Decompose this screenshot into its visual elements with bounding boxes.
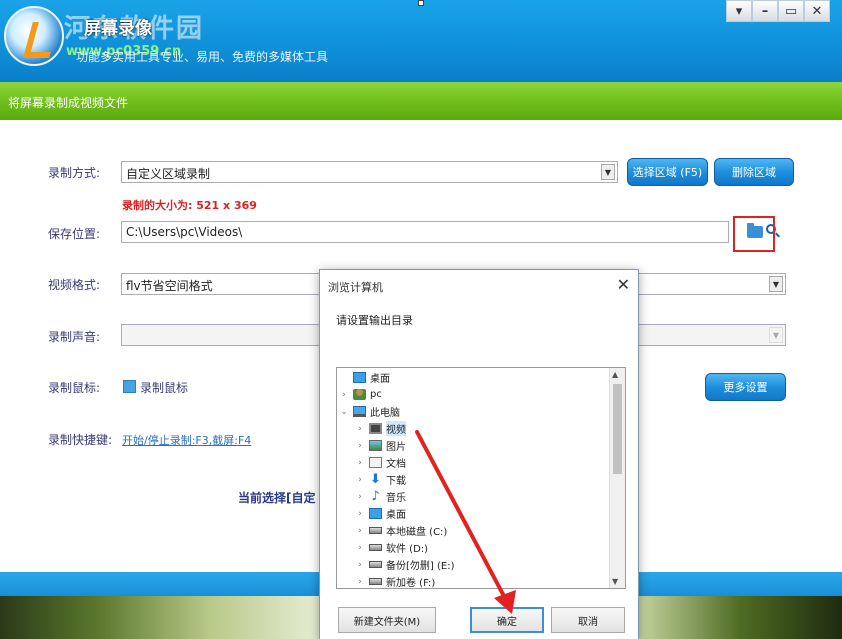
record-mode-label: 录制方式: xyxy=(48,166,101,180)
scroll-thumb[interactable] xyxy=(613,384,622,474)
new-folder-button[interactable]: 新建文件夹(M) xyxy=(338,607,436,633)
disk-icon xyxy=(369,561,382,568)
resize-handle[interactable] xyxy=(418,0,424,6)
chevron-right-icon[interactable]: › xyxy=(355,577,365,587)
scroll-up-icon[interactable]: ▲ xyxy=(612,370,618,379)
tree-item-drive-e[interactable]: › 备份[勿删] (E:) xyxy=(355,556,454,573)
record-mouse-checkbox[interactable] xyxy=(123,380,136,393)
tree-item-pc-user[interactable]: › pc xyxy=(339,386,382,403)
more-settings-button[interactable]: 更多设置 xyxy=(705,373,786,401)
mouse-label: 录制鼠标: xyxy=(48,381,101,395)
scroll-down-icon[interactable]: ▼ xyxy=(612,577,618,586)
browse-folder-dialog: 浏览计算机 ✕ 请设置输出目录 桌面 › pc ⌄ 此电脑 › 视频 › 图片 xyxy=(319,269,639,639)
tree-item-pictures[interactable]: › 图片 xyxy=(355,437,406,454)
save-location-label: 保存位置: xyxy=(48,227,101,241)
chevron-right-icon[interactable]: › xyxy=(355,441,365,451)
record-mode-select[interactable]: 自定义区域录制 ▼ xyxy=(121,161,618,183)
current-selection-text: 当前选择[自定 xyxy=(238,491,316,505)
menu-dropdown-button[interactable]: ▾ xyxy=(726,0,752,22)
maximize-button[interactable]: ▭ xyxy=(778,0,804,22)
tree-item-drive-d[interactable]: › 软件 (D:) xyxy=(355,539,428,556)
app-title: 屏幕录像 xyxy=(84,19,152,39)
disk-icon xyxy=(369,544,382,551)
section-title: 将屏幕录制成视频文件 xyxy=(8,96,129,110)
window-controls: ▾ – ▭ ✕ xyxy=(726,0,830,22)
dialog-close-icon[interactable]: ✕ xyxy=(617,275,630,294)
tree-scrollbar[interactable]: ▲ ▼ xyxy=(609,368,625,588)
tree-item-this-pc[interactable]: ⌄ 此电脑 xyxy=(339,403,400,420)
chevron-right-icon[interactable]: › xyxy=(355,492,365,502)
minimize-button[interactable]: – xyxy=(752,0,778,22)
app-header: 河东软件园 www.pc0359.cn 屏幕录像 功能多实用工具专业、易用、免费… xyxy=(0,0,842,82)
tree-item-drive-f[interactable]: › 新加卷 (F:) xyxy=(355,573,435,589)
download-icon: ⬇ xyxy=(370,472,381,487)
hotkey-label: 录制快捷键: xyxy=(48,433,113,447)
audio-label: 录制声音: xyxy=(48,330,101,344)
chevron-down-icon: ▼ xyxy=(769,327,783,343)
chevron-down-icon: ▼ xyxy=(601,164,615,180)
video-format-label: 视频格式: xyxy=(48,278,101,292)
tree-item-documents[interactable]: › 文档 xyxy=(355,454,406,471)
chevron-right-icon[interactable]: › xyxy=(339,390,349,400)
picture-icon xyxy=(369,440,382,451)
pc-icon xyxy=(353,406,366,417)
tree-item-desktop[interactable]: › 桌面 xyxy=(355,505,406,522)
user-icon xyxy=(353,389,366,400)
video-format-value: flv节省空间格式 xyxy=(126,279,213,293)
disk-icon xyxy=(369,527,382,534)
dialog-prompt: 请设置输出目录 xyxy=(336,314,413,327)
desktop-icon xyxy=(369,508,382,519)
chevron-right-icon[interactable]: › xyxy=(355,509,365,519)
tree-item-desktop-root[interactable]: 桌面 xyxy=(339,369,390,386)
chevron-right-icon[interactable]: › xyxy=(355,458,365,468)
highlight-box xyxy=(733,216,775,252)
save-location-input[interactable]: C:\Users\pc\Videos\ xyxy=(121,221,729,243)
folder-tree[interactable]: 桌面 › pc ⌄ 此电脑 › 视频 › 图片 › 文档 › ⬇ 下载 › ♪ … xyxy=(336,367,626,589)
disk-icon xyxy=(369,578,382,585)
chevron-right-icon[interactable]: › xyxy=(355,560,365,570)
tree-item-music[interactable]: › ♪ 音乐 xyxy=(355,488,406,505)
cancel-button[interactable]: 取消 xyxy=(551,607,625,633)
dialog-title: 浏览计算机 xyxy=(328,281,383,294)
chevron-right-icon[interactable]: › xyxy=(355,526,365,536)
select-area-button[interactable]: 选择区域 (F5) xyxy=(627,158,708,186)
hotkey-link[interactable]: 开始/停止录制:F3,截屏:F4 xyxy=(122,432,251,448)
chevron-down-icon[interactable]: ⌄ xyxy=(339,407,349,417)
chevron-right-icon[interactable]: › xyxy=(355,424,365,434)
music-icon: ♪ xyxy=(371,489,380,504)
ok-button[interactable]: 确定 xyxy=(470,607,544,633)
record-size-text: 录制的大小为: 521 x 369 xyxy=(122,199,257,212)
tree-item-videos[interactable]: › 视频 xyxy=(355,420,406,437)
chevron-right-icon[interactable]: › xyxy=(355,475,365,485)
delete-area-button[interactable]: 删除区域 xyxy=(714,158,794,186)
close-button[interactable]: ✕ xyxy=(804,0,830,22)
save-location-value: C:\Users\pc\Videos\ xyxy=(126,225,243,239)
document-icon xyxy=(369,457,382,468)
tree-item-downloads[interactable]: › ⬇ 下载 xyxy=(355,471,406,488)
record-mode-value: 自定义区域录制 xyxy=(126,167,211,181)
record-mouse-checkbox-label[interactable]: 录制鼠标 xyxy=(140,379,188,396)
chevron-right-icon[interactable]: › xyxy=(355,543,365,553)
section-bar: 将屏幕录制成视频文件 xyxy=(0,82,842,120)
chevron-down-icon: ▼ xyxy=(769,276,783,292)
tree-item-drive-c[interactable]: › 本地磁盘 (C:) xyxy=(355,522,447,539)
app-logo-icon xyxy=(4,6,64,66)
app-subtitle: 功能多实用工具专业、易用、免费的多媒体工具 xyxy=(76,50,329,64)
video-icon xyxy=(369,423,382,434)
desktop-icon xyxy=(353,372,366,383)
